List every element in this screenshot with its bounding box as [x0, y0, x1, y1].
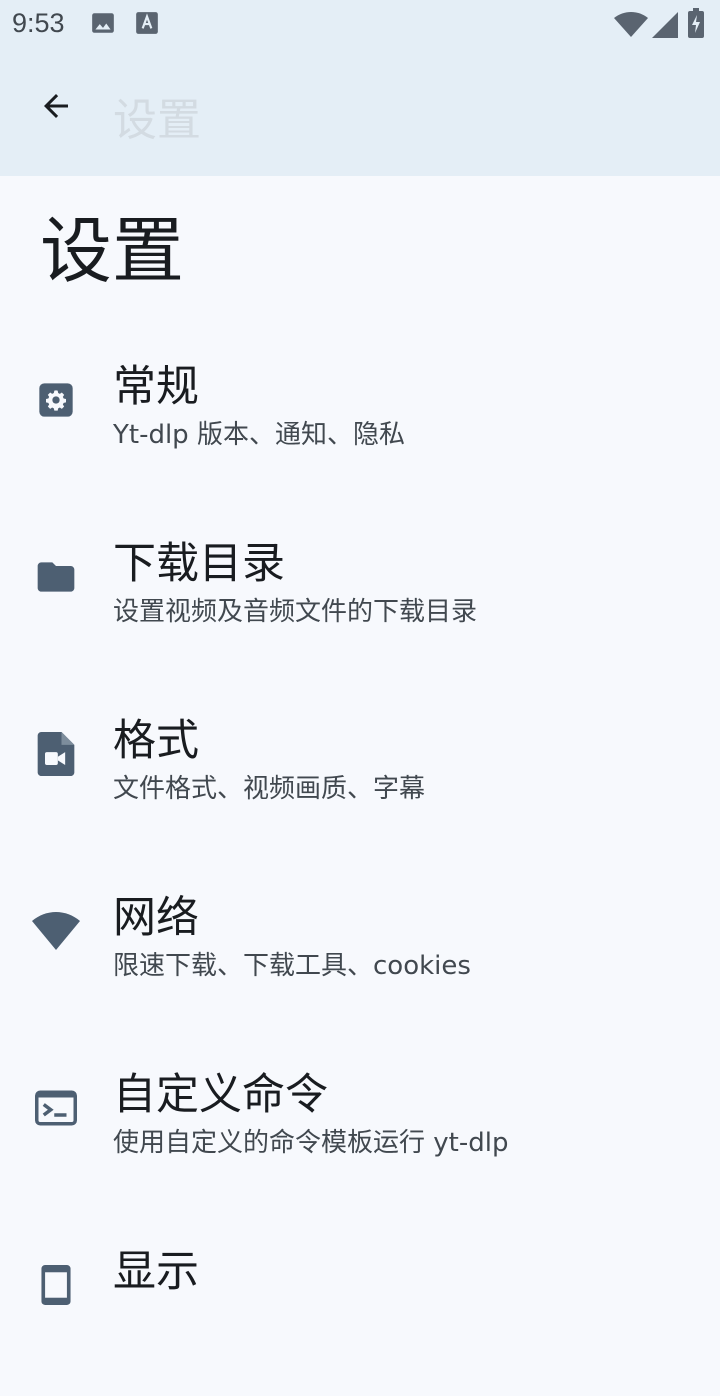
image-icon — [90, 10, 116, 40]
status-time: 9:53 — [12, 8, 65, 38]
settings-item-general[interactable]: 常规 Yt-dlp 版本、通知、隐私 — [0, 334, 720, 511]
settings-item-subtitle: 使用自定义的命令模板运行 yt-dlp — [113, 1128, 509, 1158]
settings-item-custom-command[interactable]: 自定义命令 使用自定义的命令模板运行 yt-dlp — [0, 1042, 720, 1219]
settings-item-download-directory[interactable]: 下载目录 设置视频及音频文件的下载目录 — [0, 511, 720, 688]
settings-item-subtitle: 设置视频及音频文件的下载目录 — [113, 597, 478, 627]
folder-icon — [32, 553, 80, 601]
settings-item-subtitle: 文件格式、视频画质、字幕 — [113, 774, 426, 804]
back-button[interactable] — [24, 76, 88, 140]
terminal-icon — [32, 1084, 80, 1132]
settings-item-title: 常规 — [113, 362, 199, 412]
settings-list: 常规 Yt-dlp 版本、通知、隐私 下载目录 设置视频及音频文件的下载目录 格… — [0, 334, 720, 1396]
gear-icon — [32, 376, 80, 424]
settings-item-subtitle: 限速下载、下载工具、cookies — [113, 951, 471, 981]
wifi-icon — [32, 907, 80, 955]
arrow-back-icon — [38, 88, 74, 128]
settings-item-subtitle: Yt-dlp 版本、通知、隐私 — [113, 420, 405, 450]
app-bar-title: 设置 — [113, 95, 201, 146]
settings-item-title: 网络 — [113, 893, 199, 943]
video-file-icon — [32, 730, 80, 778]
battery-icon — [688, 8, 704, 42]
settings-item-title: 显示 — [113, 1247, 199, 1297]
cellular-icon — [652, 12, 678, 42]
settings-item-display[interactable]: 显示 — [0, 1219, 720, 1396]
status-bar: 9:53 — [0, 0, 720, 48]
settings-item-title: 格式 — [113, 716, 199, 766]
app-bar: 设置 — [0, 48, 720, 176]
page-title: 设置 — [40, 209, 185, 293]
settings-item-title: 下载目录 — [113, 539, 285, 589]
settings-item-format[interactable]: 格式 文件格式、视频画质、字幕 — [0, 688, 720, 865]
display-icon — [32, 1261, 80, 1309]
settings-item-network[interactable]: 网络 限速下载、下载工具、cookies — [0, 865, 720, 1042]
text-a-icon — [134, 10, 160, 40]
wifi-icon — [614, 12, 648, 42]
settings-item-title: 自定义命令 — [113, 1070, 328, 1120]
